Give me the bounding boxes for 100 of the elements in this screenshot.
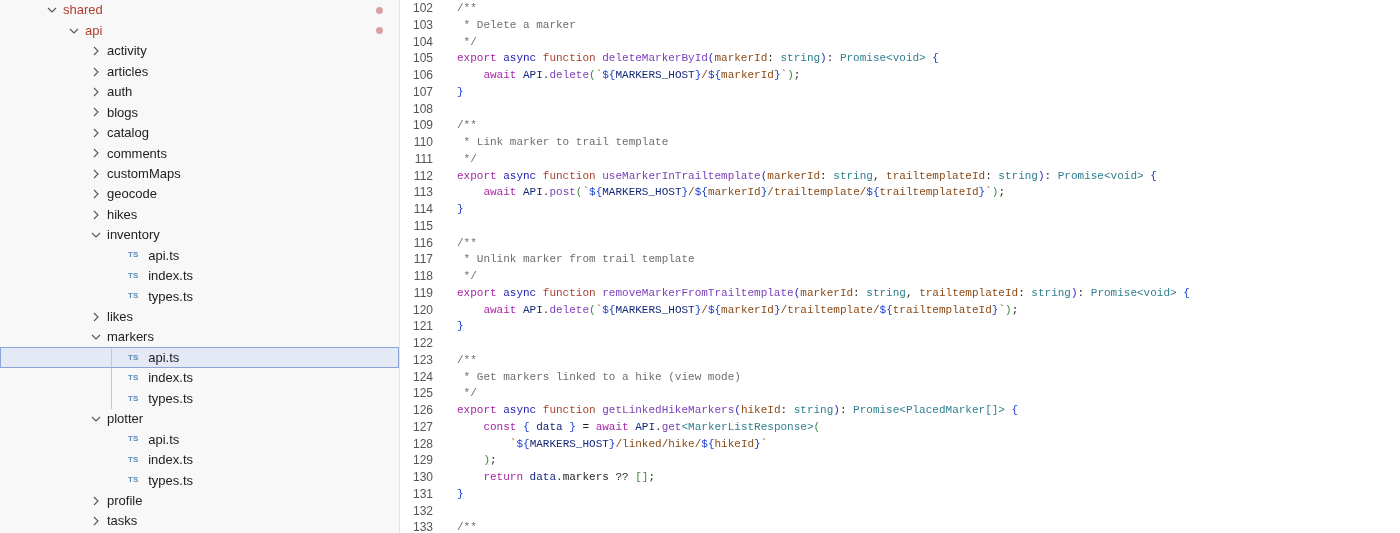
folder-tree-item[interactable]: likes bbox=[0, 306, 399, 327]
line-number: 110 bbox=[412, 134, 433, 151]
folder-tree-item[interactable]: activity bbox=[0, 40, 399, 62]
line-number: 103 bbox=[411, 16, 433, 34]
code-line: * Get markers linked to a hike (view mode) bbox=[462, 369, 741, 385]
tree-item-label: api.ts bbox=[148, 348, 180, 367]
typescript-file-icon: TS bbox=[128, 474, 139, 487]
typescript-file-icon: TS bbox=[128, 372, 139, 385]
tree-item-label: hikes bbox=[107, 205, 138, 224]
code-line: /** bbox=[457, 235, 477, 251]
tree-item-label: types.ts bbox=[148, 389, 194, 408]
file-tree-item[interactable]: TS types.ts bbox=[0, 470, 399, 491]
code-line: const { data } = await API.get<MarkerListResponse>( bbox=[482, 419, 821, 435]
code-line: /** bbox=[457, 352, 477, 368]
line-number: 129 bbox=[411, 452, 433, 469]
file-tree-item[interactable]: TS api.ts bbox=[0, 347, 399, 368]
line-number: 121 bbox=[411, 318, 433, 335]
tree-item-label: api bbox=[85, 21, 103, 40]
tree-item-label: catalog bbox=[107, 124, 149, 143]
code-line: } bbox=[457, 319, 464, 335]
tree-item-label: index.ts bbox=[148, 451, 194, 470]
line-number: 112 bbox=[412, 167, 433, 185]
line-number: 108 bbox=[411, 100, 433, 118]
tree-item-label: tasks bbox=[107, 512, 138, 531]
code-line: export async function useMarkerInTrailtemplate(markerId: string, trailtemplateId: string): Promise<void> { bbox=[457, 168, 1157, 184]
code-line: */ bbox=[462, 386, 477, 402]
tree-item-label: plotter bbox=[107, 410, 144, 429]
line-number: 107 bbox=[411, 83, 433, 101]
line-number: 105 bbox=[411, 50, 433, 67]
tree-item-label: api.ts bbox=[148, 430, 180, 449]
folder-tree-item[interactable]: shared bbox=[0, 0, 399, 21]
code-line: export async function deleteMarkerById(markerId: string): Promise<void> { bbox=[457, 51, 939, 67]
folder-tree-item[interactable]: blogs bbox=[0, 102, 399, 123]
folder-tree-item[interactable]: api bbox=[0, 20, 399, 41]
typescript-file-icon: TS bbox=[128, 269, 139, 282]
code-line: } bbox=[457, 486, 464, 502]
line-number: 102 bbox=[411, 0, 433, 17]
tree-item-label: types.ts bbox=[148, 471, 194, 490]
folder-tree-item[interactable]: articles bbox=[0, 61, 399, 82]
tree-item-label: index.ts bbox=[148, 369, 194, 388]
folder-tree-item[interactable]: profile bbox=[0, 490, 399, 511]
folder-tree-item[interactable]: customMaps bbox=[0, 163, 399, 184]
tree-item-label: activity bbox=[107, 42, 147, 61]
line-number: 130 bbox=[411, 469, 433, 486]
folder-tree-item[interactable]: catalog bbox=[0, 122, 399, 144]
tree-item-label: blogs bbox=[107, 103, 139, 122]
code-line: */ bbox=[462, 269, 477, 284]
code-line: return data.markers ?? []; bbox=[482, 470, 656, 485]
line-number: 118 bbox=[412, 268, 433, 285]
typescript-file-icon: TS bbox=[128, 453, 139, 466]
typescript-file-icon: TS bbox=[128, 392, 139, 405]
file-tree-item[interactable]: TS index.ts bbox=[0, 265, 399, 287]
file-tree-item[interactable]: TS types.ts bbox=[0, 286, 399, 307]
line-number: 117 bbox=[412, 251, 433, 268]
line-number: 120 bbox=[411, 301, 433, 319]
code-line: /** bbox=[457, 1, 477, 16]
code-line: export async function getLinkedHikeMarkers(hikeId: string): Promise<PlacedMarker[]> { bbox=[457, 403, 1019, 418]
folder-tree-item[interactable]: auth bbox=[0, 81, 399, 103]
tree-item-label: auth bbox=[107, 83, 133, 102]
tree-item-label: geocode bbox=[107, 185, 157, 204]
folder-tree-item[interactable]: markers bbox=[0, 327, 399, 348]
line-number: 111 bbox=[413, 150, 433, 168]
folder-tree-item[interactable]: geocode bbox=[0, 183, 399, 205]
code-line: } bbox=[457, 202, 464, 217]
line-number: 109 bbox=[411, 117, 433, 134]
code-line: * Unlink marker from trail template bbox=[462, 252, 695, 268]
file-tree-item[interactable]: TS types.ts bbox=[0, 388, 399, 409]
tree-item-label: likes bbox=[107, 308, 133, 327]
line-number: 124 bbox=[411, 368, 433, 386]
line-number: 131 bbox=[411, 485, 433, 503]
tree-item-label: inventory bbox=[107, 226, 160, 245]
line-number: 133 bbox=[411, 519, 433, 533]
folder-tree-item[interactable]: plotter bbox=[0, 408, 399, 430]
file-tree-item[interactable]: TS api.ts bbox=[0, 429, 399, 450]
tree-item-label: types.ts bbox=[148, 287, 194, 306]
tree-item-label: profile bbox=[107, 491, 143, 510]
code-line: await API.post(`${MARKERS_HOST}/${markerId}/trailtemplate/${trailtemplateId}`); bbox=[482, 185, 1006, 201]
code-line: /** bbox=[457, 520, 477, 533]
code-line: */ bbox=[462, 151, 477, 167]
file-tree-item[interactable]: TS index.ts bbox=[0, 449, 399, 471]
line-number: 125 bbox=[411, 385, 433, 402]
line-number: 127 bbox=[411, 418, 433, 436]
code-line: await API.delete(`${MARKERS_HOST}/${markerId}/trailtemplate/${trailtemplateId}`); bbox=[482, 302, 1019, 318]
folder-tree-item[interactable]: inventory bbox=[0, 224, 399, 246]
folder-tree-item[interactable]: comments bbox=[0, 143, 399, 164]
folder-tree-item[interactable]: hikes bbox=[0, 204, 399, 225]
folder-tree-item[interactable]: tasks bbox=[0, 510, 399, 532]
tree-item-label: articles bbox=[107, 62, 149, 81]
tree-item-label: comments bbox=[107, 144, 167, 163]
line-number: 122 bbox=[411, 335, 433, 352]
line-number: 115 bbox=[412, 217, 433, 235]
tree-item-label: markers bbox=[107, 328, 154, 347]
tree-item-label: shared bbox=[63, 1, 103, 20]
line-number: 116 bbox=[412, 234, 433, 252]
code-line: await API.delete(`${MARKERS_HOST}/${markerId}`); bbox=[482, 68, 801, 83]
line-number: 104 bbox=[411, 33, 433, 51]
file-tree-item[interactable]: TS index.ts bbox=[0, 367, 399, 389]
tree-item-label: customMaps bbox=[107, 164, 181, 183]
file-tree-item[interactable]: TS api.ts bbox=[0, 245, 399, 266]
code-line: `${MARKERS_HOST}/linked/hike/${hikeId}` bbox=[508, 436, 768, 452]
